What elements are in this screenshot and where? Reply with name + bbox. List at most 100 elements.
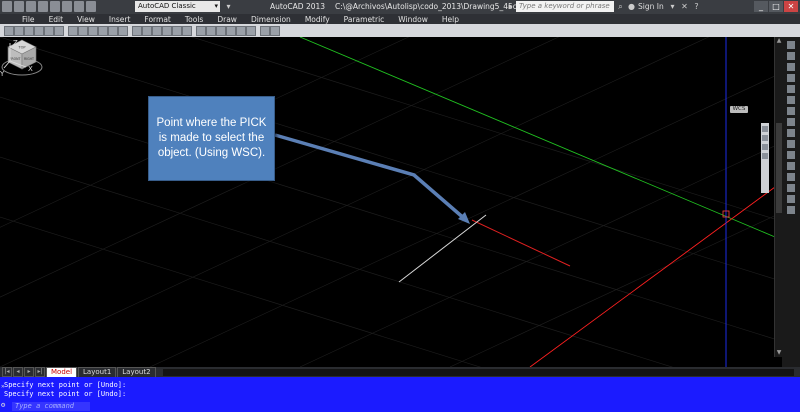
toolbar-button[interactable] (98, 26, 108, 36)
grid (0, 37, 800, 367)
modify-tool-button[interactable] (787, 63, 795, 71)
tab-layout2[interactable]: Layout2 (117, 366, 156, 378)
exchange-icon[interactable]: ✕ (680, 2, 689, 11)
modify-tool-button[interactable] (787, 151, 795, 159)
tab-layout1[interactable]: Layout1 (78, 366, 117, 378)
menu-insert[interactable]: Insert (109, 15, 131, 24)
wrench-icon[interactable]: ⚙ (1, 401, 5, 409)
app-name: AutoCAD 2013 (270, 2, 326, 11)
tab-model[interactable]: Model (46, 366, 78, 378)
chevron-down-icon[interactable]: ▾ (668, 2, 677, 11)
menu-window[interactable]: Window (398, 15, 428, 24)
menu-edit[interactable]: Edit (49, 15, 64, 24)
toolbar-button[interactable] (246, 26, 256, 36)
pan-icon[interactable] (762, 126, 768, 132)
app-menu-icon[interactable] (2, 1, 12, 12)
menu-format[interactable]: Format (144, 15, 170, 24)
workspace-select[interactable]: AutoCAD Classic ▾ (135, 1, 220, 12)
menu-dimension[interactable]: Dimension (251, 15, 291, 24)
modify-tool-button[interactable] (787, 118, 795, 126)
zoom-icon[interactable] (762, 135, 768, 141)
modify-tool-button[interactable] (787, 52, 795, 60)
toolbar-button[interactable] (4, 26, 14, 36)
workspace-value: AutoCAD Classic (138, 2, 196, 10)
toolbar-button[interactable] (78, 26, 88, 36)
toolbar-button[interactable] (236, 26, 246, 36)
maximize-icon[interactable]: □ (769, 1, 783, 12)
quick-access-toolbar (2, 1, 96, 12)
toolbar-button[interactable] (14, 26, 24, 36)
toolbar-button[interactable] (24, 26, 34, 36)
orbit-icon[interactable] (762, 144, 768, 150)
save-as-icon[interactable] (50, 1, 60, 12)
user-icon[interactable]: ● (627, 2, 636, 11)
toolbar-button[interactable] (88, 26, 98, 36)
ucs-menu[interactable]: WCS (730, 106, 748, 113)
search-toggle-icon[interactable]: ▸ (506, 2, 515, 11)
last-tab-icon[interactable]: ▸| (35, 367, 45, 377)
toolbar-button[interactable] (216, 26, 226, 36)
toolbar-button[interactable] (44, 26, 54, 36)
redo-icon[interactable] (86, 1, 96, 12)
modify-tool-button[interactable] (787, 85, 795, 93)
modify-tool-button[interactable] (787, 129, 795, 137)
toolbar-button[interactable] (226, 26, 236, 36)
menu-view[interactable]: View (77, 15, 95, 24)
sign-in-button[interactable]: Sign In (638, 2, 664, 11)
menu-help[interactable]: Help (442, 15, 459, 24)
toolbar-button[interactable] (270, 26, 280, 36)
menu-tools[interactable]: Tools (185, 15, 203, 24)
modify-tool-button[interactable] (787, 107, 795, 115)
help-icon[interactable]: ? (692, 2, 701, 11)
prev-tab-icon[interactable]: ◂ (13, 367, 23, 377)
toolbar-button[interactable] (182, 26, 192, 36)
menu-file[interactable]: File (22, 15, 35, 24)
toolbar-button[interactable] (68, 26, 78, 36)
toolbar-button[interactable] (162, 26, 172, 36)
search-icon[interactable]: ⌕ (616, 2, 625, 11)
undo-icon[interactable] (74, 1, 84, 12)
menu-modify[interactable]: Modify (305, 15, 330, 24)
modify-tool-button[interactable] (787, 184, 795, 192)
open-icon[interactable] (26, 1, 36, 12)
modify-tool-button[interactable] (787, 162, 795, 170)
drawing-area[interactable]: Point where the PICK is made to select t… (0, 37, 800, 367)
toolbar-button[interactable] (142, 26, 152, 36)
modify-tool-button[interactable] (787, 140, 795, 148)
customize-icon[interactable]: ▾ (224, 2, 233, 11)
menu-draw[interactable]: Draw (217, 15, 237, 24)
modify-tool-button[interactable] (787, 195, 795, 203)
modify-tool-button[interactable] (787, 96, 795, 104)
search-input[interactable]: Type a keyword or phrase (516, 1, 614, 12)
toolbar-button[interactable] (132, 26, 142, 36)
toolbar-button[interactable] (108, 26, 118, 36)
command-line: ✕ Specify next point or [Undo]: Specify … (0, 377, 800, 412)
save-icon[interactable] (38, 1, 48, 12)
modify-tool-button[interactable] (787, 173, 795, 181)
new-icon[interactable] (14, 1, 24, 12)
horizontal-scrollbar[interactable] (162, 368, 794, 376)
minimize-icon[interactable]: _ (754, 1, 768, 12)
tab-navigation: |◂ ◂ ▸ ▸| (2, 367, 46, 377)
modify-toolbar (782, 37, 800, 367)
toolbar-button[interactable] (172, 26, 182, 36)
first-tab-icon[interactable]: |◂ (2, 367, 12, 377)
toolbar-button[interactable] (260, 26, 270, 36)
next-tab-icon[interactable]: ▸ (24, 367, 34, 377)
toolbar-button[interactable] (54, 26, 64, 36)
toolbar-button[interactable] (118, 26, 128, 36)
close-icon[interactable]: ✕ (784, 1, 798, 12)
modify-tool-button[interactable] (787, 206, 795, 214)
modify-tool-button[interactable] (787, 74, 795, 82)
modify-tool-button[interactable] (787, 41, 795, 49)
command-input[interactable]: Type a command (12, 402, 90, 411)
toolbar-button[interactable] (152, 26, 162, 36)
toolbar-button[interactable] (206, 26, 216, 36)
toolbar-button[interactable] (34, 26, 44, 36)
command-history-line: Specify next point or [Undo]: (4, 381, 127, 389)
menu-parametric[interactable]: Parametric (344, 15, 385, 24)
showmotion-icon[interactable] (762, 153, 768, 159)
toolbar-button[interactable] (196, 26, 206, 36)
plot-icon[interactable] (62, 1, 72, 12)
ucs-z-label: Z (13, 39, 18, 47)
